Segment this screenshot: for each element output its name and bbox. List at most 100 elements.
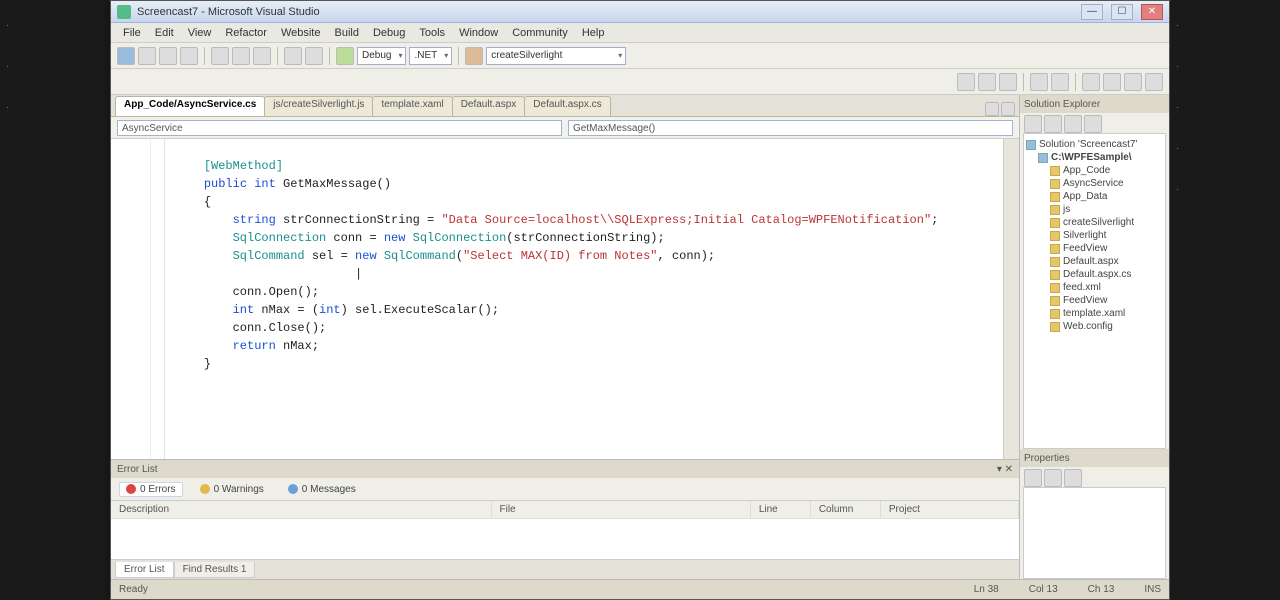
properties-icon[interactable]: [1064, 115, 1082, 133]
menu-build[interactable]: Build: [328, 25, 364, 41]
maximize-button[interactable]: ☐: [1111, 4, 1133, 20]
member-combo[interactable]: GetMaxMessage(): [568, 120, 1013, 136]
property-grid[interactable]: [1023, 487, 1166, 579]
bottom-tab-errorlist[interactable]: Error List: [115, 562, 174, 578]
messages-filter[interactable]: 0 Messages: [281, 482, 363, 497]
next-bookmark-icon[interactable]: [999, 73, 1017, 91]
visual-studio-window: Screencast7 - Microsoft Visual Studio — …: [110, 0, 1170, 600]
redo-icon[interactable]: [305, 47, 323, 65]
col-project[interactable]: Project: [881, 501, 1019, 518]
col-column[interactable]: Column: [811, 501, 881, 518]
file-icon: [1050, 296, 1060, 306]
menu-bar[interactable]: File Edit View Refactor Website Build De…: [111, 23, 1169, 43]
document-tabstrip[interactable]: App_Code/AsyncService.cs js/createSilver…: [111, 95, 1019, 117]
folder-icon: [1050, 205, 1060, 215]
menu-debug[interactable]: Debug: [367, 25, 411, 41]
file-icon: [1050, 179, 1060, 189]
tab-default-aspx[interactable]: Default.aspx: [452, 96, 526, 116]
new-project-icon[interactable]: [117, 47, 135, 65]
indent-icon[interactable]: [1082, 73, 1100, 91]
error-list-title[interactable]: Error List ▾ ✕: [111, 460, 1019, 478]
window-title: Screencast7 - Microsoft Visual Studio: [137, 6, 1073, 18]
config-combo[interactable]: Debug: [357, 47, 406, 65]
properties-toolbar[interactable]: [1020, 467, 1169, 487]
text-editor-toolbar[interactable]: [111, 69, 1169, 95]
col-file[interactable]: File: [492, 501, 751, 518]
save-icon[interactable]: [159, 47, 177, 65]
close-button[interactable]: ✕: [1141, 4, 1163, 20]
titlebar[interactable]: Screencast7 - Microsoft Visual Studio — …: [111, 1, 1169, 23]
status-ins: INS: [1144, 584, 1161, 595]
find-combo[interactable]: createSilverlight: [486, 47, 626, 65]
tab-asyncservice[interactable]: App_Code/AsyncService.cs: [115, 96, 265, 116]
code-nav-bar[interactable]: AsyncService GetMaxMessage(): [111, 117, 1019, 139]
format-icon[interactable]: [1124, 73, 1142, 91]
vertical-scrollbar[interactable]: [1003, 139, 1019, 459]
menu-window[interactable]: Window: [453, 25, 504, 41]
file-icon: [1050, 257, 1060, 267]
menu-community[interactable]: Community: [506, 25, 574, 41]
page-right-gutter: ·····: [1170, 0, 1280, 600]
menu-edit[interactable]: Edit: [149, 25, 180, 41]
solution-tree[interactable]: Solution 'Screencast7' C:\WPFESample\ Ap…: [1023, 133, 1166, 449]
menu-website[interactable]: Website: [275, 25, 327, 41]
type-combo[interactable]: AsyncService: [117, 120, 562, 136]
folder-icon: [1050, 166, 1060, 176]
status-ready: Ready: [119, 584, 148, 595]
start-debug-icon[interactable]: [336, 47, 354, 65]
alpha-icon[interactable]: [1044, 469, 1062, 487]
open-icon[interactable]: [138, 47, 156, 65]
menu-refactor[interactable]: Refactor: [219, 25, 273, 41]
bottom-tab-findresults[interactable]: Find Results 1: [174, 562, 256, 578]
comment-icon[interactable]: [1030, 73, 1048, 91]
copy-icon[interactable]: [232, 47, 250, 65]
solution-explorer-title[interactable]: Solution Explorer: [1020, 95, 1169, 113]
properties-title[interactable]: Properties: [1020, 449, 1169, 467]
refresh-icon[interactable]: [1024, 115, 1042, 133]
toggle-bookmark-icon[interactable]: [957, 73, 975, 91]
file-icon: [1050, 218, 1060, 228]
save-all-icon[interactable]: [180, 47, 198, 65]
cut-icon[interactable]: [211, 47, 229, 65]
uncomment-icon[interactable]: [1051, 73, 1069, 91]
standard-toolbar[interactable]: Debug .NET createSilverlight: [111, 43, 1169, 69]
tab-createsilverlight[interactable]: js/createSilverlight.js: [264, 96, 373, 116]
tab-default-aspx-cs[interactable]: Default.aspx.cs: [524, 96, 610, 116]
file-icon: [1050, 322, 1060, 332]
col-description[interactable]: Description: [111, 501, 492, 518]
code-editor[interactable]: [WebMethod] public int GetMaxMessage() {…: [111, 139, 1019, 459]
minimize-button[interactable]: —: [1081, 4, 1103, 20]
menu-help[interactable]: Help: [576, 25, 611, 41]
errors-filter[interactable]: 0 Errors: [119, 482, 183, 497]
file-icon: [1050, 231, 1060, 241]
solution-icon: [1026, 140, 1036, 150]
prev-bookmark-icon[interactable]: [978, 73, 996, 91]
error-list-table[interactable]: Description File Line Column Project: [111, 500, 1019, 559]
code-text[interactable]: [WebMethod] public int GetMaxMessage() {…: [165, 139, 1003, 459]
pin-icon[interactable]: ▾ ✕: [997, 464, 1013, 475]
showall-icon[interactable]: [1044, 115, 1062, 133]
file-icon: [1050, 283, 1060, 293]
menu-view[interactable]: View: [182, 25, 218, 41]
indicator-margin: [111, 139, 151, 459]
project-icon: [1038, 153, 1048, 163]
status-line: Ln 38: [974, 584, 999, 595]
undo-icon[interactable]: [284, 47, 302, 65]
tab-dropdown-icon[interactable]: [985, 102, 999, 116]
viewcode-icon[interactable]: [1084, 115, 1102, 133]
categorized-icon[interactable]: [1024, 469, 1042, 487]
outlining-margin[interactable]: [151, 139, 165, 459]
col-line[interactable]: Line: [751, 501, 811, 518]
warnings-filter[interactable]: 0 Warnings: [193, 482, 271, 497]
tab-close-icon[interactable]: [1001, 102, 1015, 116]
solution-toolbar[interactable]: [1020, 113, 1169, 133]
menu-tools[interactable]: Tools: [413, 25, 451, 41]
tab-template-xaml[interactable]: template.xaml: [372, 96, 452, 116]
intellisense-icon[interactable]: [1145, 73, 1163, 91]
menu-file[interactable]: File: [117, 25, 147, 41]
propgrid-icon[interactable]: [1064, 469, 1082, 487]
paste-icon[interactable]: [253, 47, 271, 65]
find-icon[interactable]: [465, 47, 483, 65]
outdent-icon[interactable]: [1103, 73, 1121, 91]
platform-combo[interactable]: .NET: [409, 47, 452, 65]
